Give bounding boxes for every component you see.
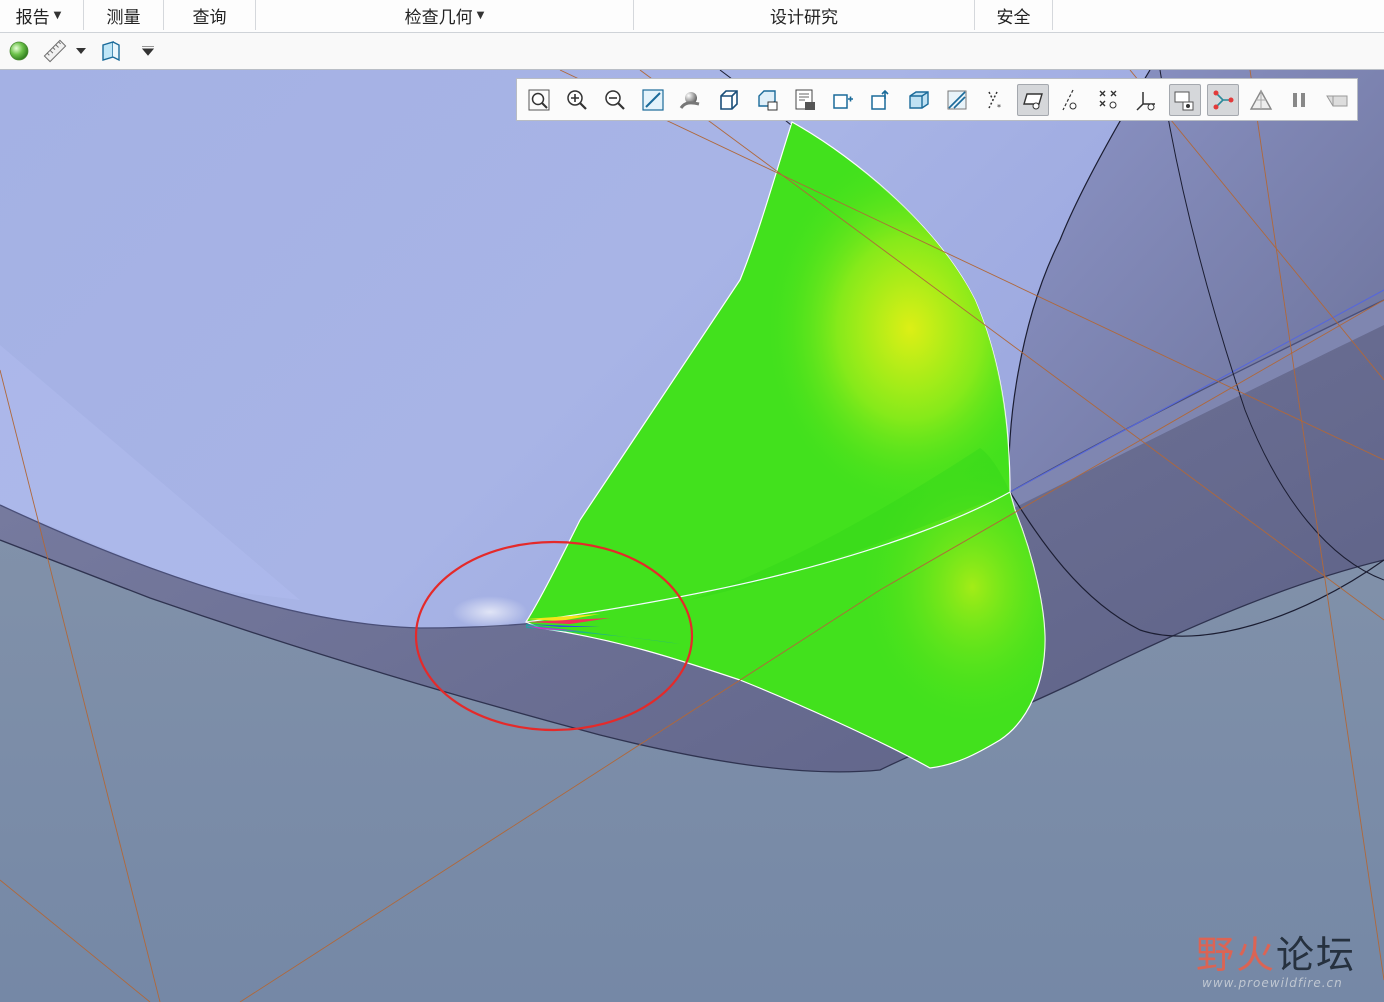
chevron-down-icon: ▼ xyxy=(476,9,485,21)
safety-group[interactable]: 安全 xyxy=(975,0,1053,30)
pause-icon[interactable] xyxy=(1283,84,1315,116)
chevron-down-icon: ▼ xyxy=(53,9,62,21)
safety-label: 安全 xyxy=(996,7,1031,28)
watermark-url: www.proewildfire.cn xyxy=(1202,976,1343,990)
datum-planes-icon[interactable] xyxy=(1017,84,1049,116)
zoom-out-icon[interactable] xyxy=(599,84,631,116)
reorient-icon[interactable] xyxy=(637,84,669,116)
annotation-icon[interactable] xyxy=(865,84,897,116)
inspect-geometry-label: 检查几何 xyxy=(404,7,473,28)
graphics-viewport[interactable] xyxy=(0,70,1384,1002)
refit-icon[interactable] xyxy=(523,84,555,116)
spin-center-icon[interactable] xyxy=(827,84,859,116)
svg-text:*: * xyxy=(997,103,1001,112)
quick-access-toolbar xyxy=(0,33,1384,70)
connection-display-icon[interactable] xyxy=(1207,84,1239,116)
measure-group[interactable]: 测量 xyxy=(84,0,164,30)
glyph-display-icon-csys[interactable] xyxy=(1131,84,1163,116)
named-views-icon[interactable] xyxy=(751,84,783,116)
display-style-icon[interactable] xyxy=(675,84,707,116)
cross-section-icon[interactable] xyxy=(98,38,124,64)
model-render xyxy=(0,70,1384,1002)
view-manager-icon[interactable] xyxy=(789,84,821,116)
watermark-title: 野火论坛 xyxy=(1196,924,1356,979)
shaded-model-icon[interactable] xyxy=(1321,84,1353,116)
saved-orientations-icon[interactable] xyxy=(713,84,745,116)
view-toolbar: * xyxy=(516,78,1358,121)
datum-axes-icon[interactable] xyxy=(1055,84,1087,116)
customize-caret-icon[interactable] xyxy=(136,38,160,64)
forum-watermark: 野火论坛 www.proewildfire.cn xyxy=(1196,916,1376,996)
design-study-label: 设计研究 xyxy=(770,7,838,28)
query-label: 查询 xyxy=(192,7,227,28)
measure-label: 测量 xyxy=(106,7,141,28)
inspect-geometry-group[interactable]: 检查几何 ▼ xyxy=(256,0,634,30)
design-study-group[interactable]: 设计研究 xyxy=(634,0,975,30)
watermark-title-rest: 论坛 xyxy=(1276,933,1357,977)
reports-label: 报告 xyxy=(15,7,50,28)
triangle-mesh-icon[interactable] xyxy=(1245,84,1277,116)
glyph-display-icon[interactable] xyxy=(1169,84,1201,116)
measure-ruler-icon[interactable] xyxy=(42,38,68,64)
zoom-in-icon[interactable] xyxy=(561,84,593,116)
ribbon-tab-strip: 报告 ▼ 测量 查询 检查几何 ▼ 设计研究 安全 xyxy=(0,0,1384,33)
query-group[interactable]: 查询 xyxy=(164,0,256,30)
perspective-icon[interactable] xyxy=(903,84,935,116)
datum-points-icon[interactable] xyxy=(1093,84,1125,116)
watermark-title-accent: 野火 xyxy=(1196,933,1277,977)
coordinate-system-icon[interactable]: * xyxy=(979,84,1011,116)
reports-group[interactable]: 报告 ▼ xyxy=(0,0,84,30)
appearance-sphere-icon[interactable] xyxy=(6,38,32,64)
dropdown-caret-icon[interactable] xyxy=(72,38,90,64)
section-icon[interactable] xyxy=(941,84,973,116)
